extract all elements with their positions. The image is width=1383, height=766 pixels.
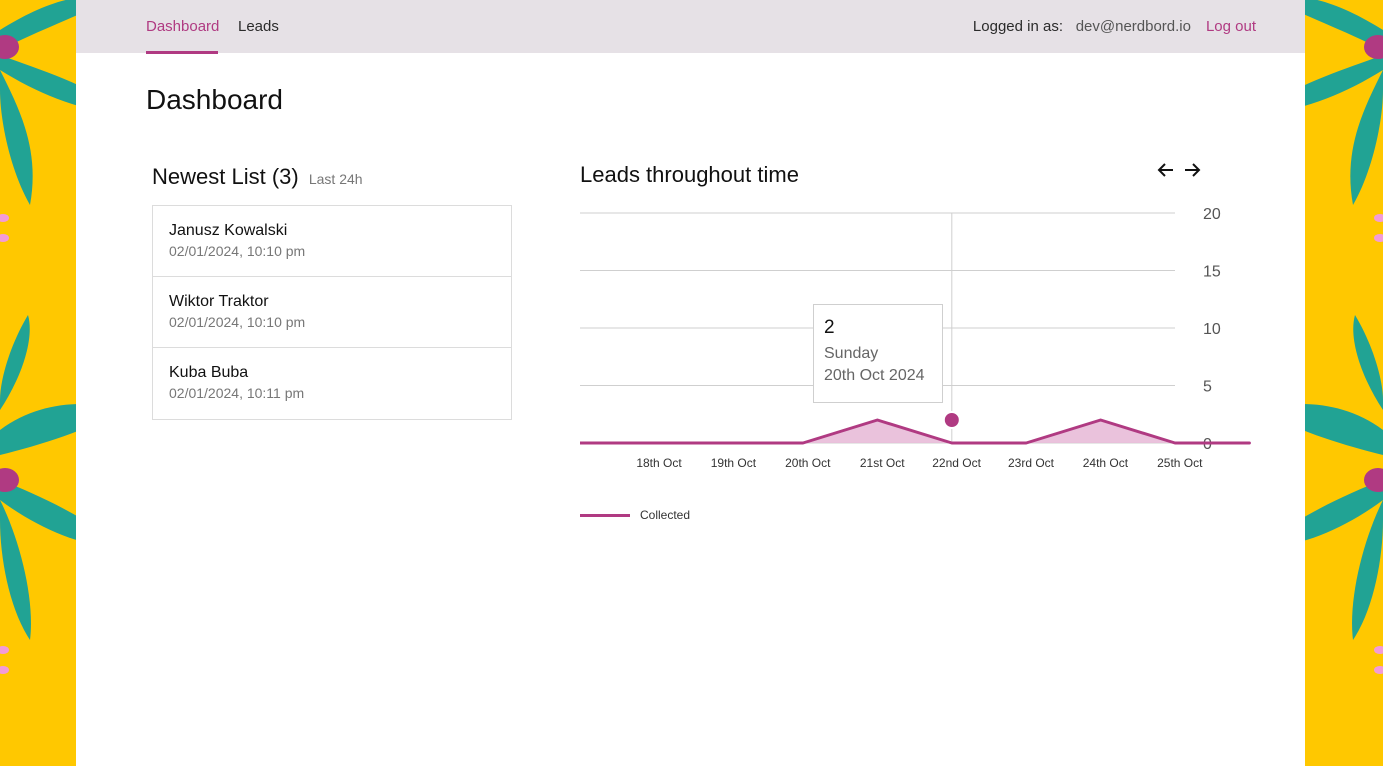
chart-tooltip: 2 Sunday 20th Oct 2024 xyxy=(813,304,943,403)
tooltip-day: Sunday xyxy=(824,345,879,362)
x-tick-label: 22nd Oct xyxy=(932,456,981,470)
x-tick-label: 19th Oct xyxy=(711,456,757,470)
x-tick-label: 18th Oct xyxy=(636,456,682,470)
y-tick-label: 20 xyxy=(1203,206,1221,223)
x-tick-label: 20th Oct xyxy=(785,456,831,470)
x-tick-label: 24th Oct xyxy=(1083,456,1129,470)
y-tick-label: 15 xyxy=(1203,264,1221,281)
tooltip-date: 20th Oct 2024 xyxy=(824,367,925,384)
legend-swatch xyxy=(580,514,630,517)
y-tick-label: 10 xyxy=(1203,321,1221,338)
tooltip-value: 2 xyxy=(824,317,835,338)
leads-chart[interactable]: 0510152018th Oct 19th Oct 20th Oct 21st Oct… xyxy=(76,0,1305,500)
highlighted-point xyxy=(942,411,961,429)
main-content: Dashboard Leads Logged in as: dev@nerdbo… xyxy=(76,0,1305,766)
y-tick-label: 5 xyxy=(1203,379,1212,396)
x-tick-label: 25th Oct xyxy=(1157,456,1203,470)
legend-label[interactable]: Collected xyxy=(640,508,690,522)
x-tick-label: 21st Oct xyxy=(860,456,905,470)
x-tick-label: 23rd Oct xyxy=(1008,456,1055,470)
